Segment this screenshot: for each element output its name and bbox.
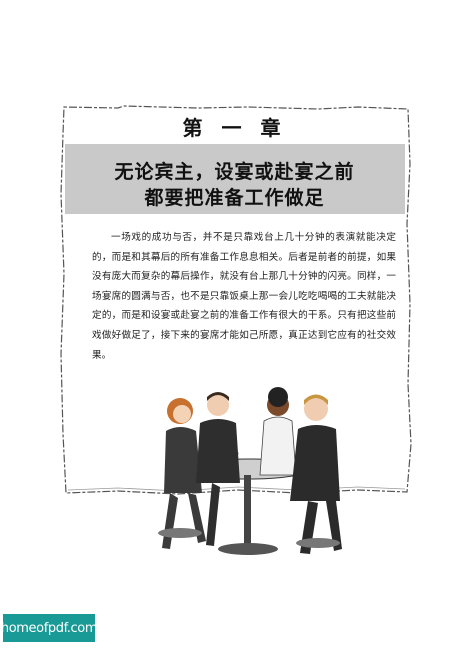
chapter-title-line-2: 都要把准备工作做足	[144, 187, 325, 209]
chapter-title-line-1: 无论宾主，设宴或赴宴之前	[114, 161, 355, 183]
body-paragraph: 一场戏的成功与否，并不是只靠戏台上几十分钟的表演就能决定的，而是和其幕后的所有准…	[92, 232, 396, 361]
chapter-heading: 第 一 章	[182, 116, 287, 140]
watermark-badge: homeofpdf.com	[1, 614, 98, 642]
cafe-illustration	[140, 383, 350, 568]
document-page: 第 一 章 无论宾主，设宴或赴宴之前 都要把准备工作做足 一场戏的成功与否，并不…	[0, 0, 469, 658]
